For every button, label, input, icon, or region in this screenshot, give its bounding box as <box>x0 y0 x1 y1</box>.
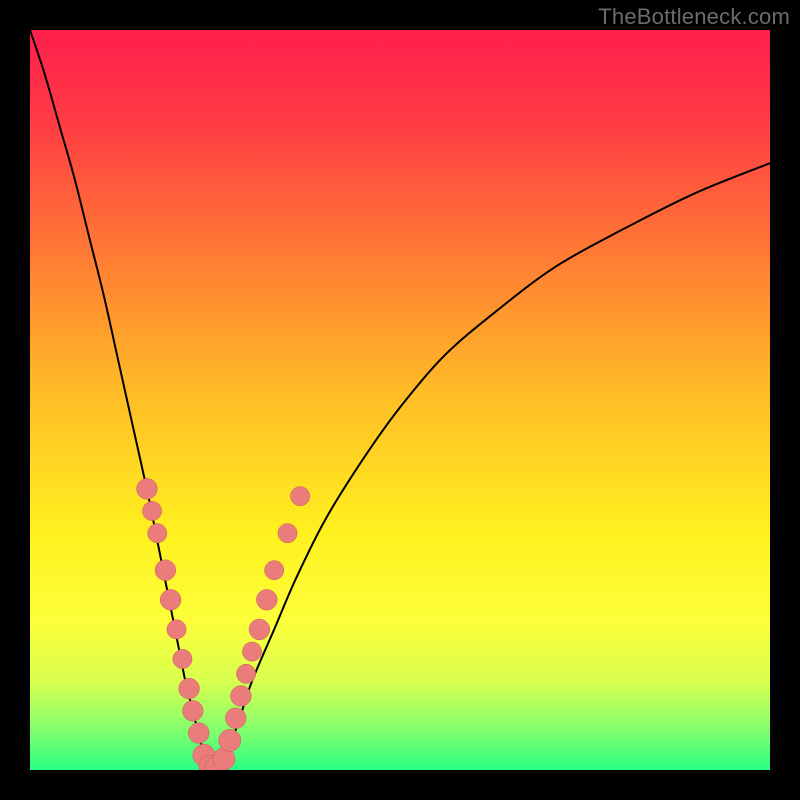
curve-marker <box>249 619 270 640</box>
curve-marker <box>231 686 252 707</box>
curve-marker <box>182 700 203 721</box>
curve-marker <box>256 589 277 610</box>
curve-marker <box>278 524 297 543</box>
curve-marker <box>179 678 200 699</box>
watermark-text: TheBottleneck.com <box>598 4 790 30</box>
curve-marker <box>242 642 261 661</box>
curve-marker <box>236 664 255 683</box>
curve-marker <box>173 649 192 668</box>
curve-marker <box>137 478 158 499</box>
curve-marker <box>155 560 176 581</box>
curve-marker <box>160 589 181 610</box>
curve-marker <box>290 487 309 506</box>
curve-marker <box>148 524 167 543</box>
plot-area <box>30 30 770 770</box>
background-gradient <box>30 30 770 770</box>
chart-frame: TheBottleneck.com <box>0 0 800 800</box>
curve-marker <box>265 561 284 580</box>
curve-marker <box>142 501 161 520</box>
curve-marker <box>219 729 241 751</box>
curve-marker <box>167 620 186 639</box>
plot-svg <box>30 30 770 770</box>
curve-marker <box>225 708 246 729</box>
curve-marker <box>188 723 209 744</box>
